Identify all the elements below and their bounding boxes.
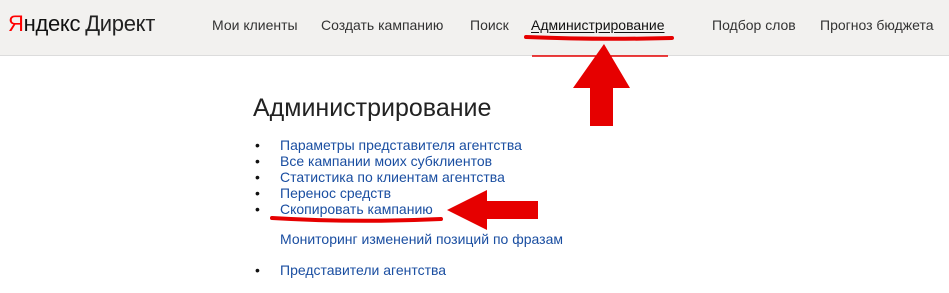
bullet-icon: • [255, 185, 260, 201]
logo-brand-rest: ндекс [23, 11, 81, 36]
top-header: Яндекс Директ Мои клиенты Создать кампани… [0, 0, 949, 56]
nav-search[interactable]: Поиск [470, 15, 509, 35]
logo-product: Директ [85, 11, 156, 36]
link-all-subclient-campaigns[interactable]: Все кампании моих субклиентов [280, 153, 492, 169]
logo-letter: Я [8, 11, 24, 36]
left-arrow-icon [447, 190, 538, 230]
nav-create-campaign[interactable]: Создать кампанию [321, 15, 443, 35]
nav-my-clients[interactable]: Мои клиенты [212, 15, 298, 35]
link-agent-params[interactable]: Параметры представителя агентства [280, 137, 522, 153]
link-position-monitoring[interactable]: Мониторинг изменений позиций по фразам [280, 231, 563, 247]
yandex-direct-logo[interactable]: Яндекс Директ [8, 9, 155, 39]
link-agency-representatives[interactable]: Представители агентства [280, 262, 446, 278]
link-agency-client-stats[interactable]: Статистика по клиентам агентства [280, 169, 505, 185]
link-copy-campaign[interactable]: Скопировать кампанию [280, 201, 433, 217]
bullet-icon: • [255, 169, 260, 185]
link-transfer-funds[interactable]: Перенос средств [280, 185, 391, 201]
bullet-icon: • [255, 153, 260, 169]
nav-administration[interactable]: Администрирование [531, 15, 665, 35]
nav-budget-forecast[interactable]: Прогноз бюджета [820, 15, 934, 35]
bullet-icon: • [255, 201, 260, 217]
bullet-icon: • [255, 262, 260, 278]
bullet-icon: • [255, 137, 260, 153]
nav-word-selection[interactable]: Подбор слов [712, 15, 796, 35]
up-arrow-icon [573, 44, 630, 126]
copy-underline-mark [270, 216, 443, 223]
page-title: Администрирование [253, 94, 492, 122]
